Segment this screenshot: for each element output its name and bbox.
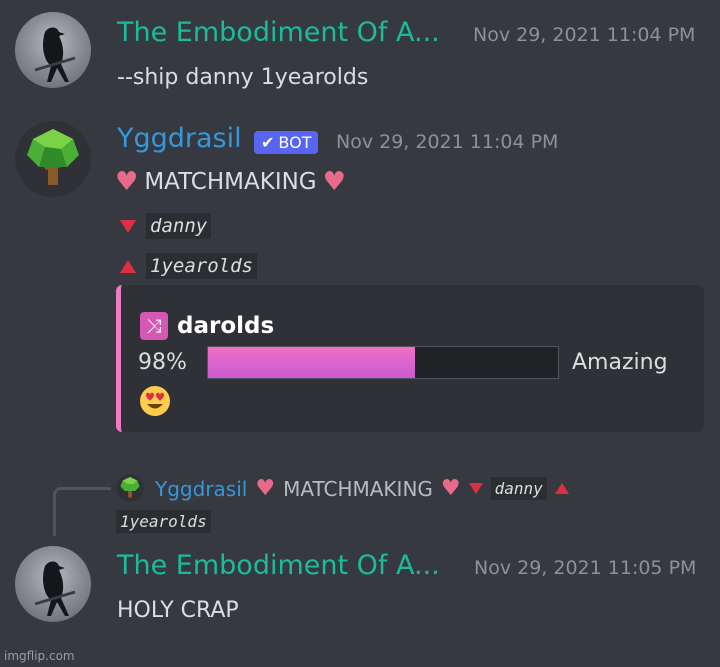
reply-avatar[interactable]	[116, 474, 144, 502]
compatibility-bar-fill	[208, 347, 415, 378]
user-avatar[interactable]	[15, 546, 91, 622]
compatibility-bar	[207, 346, 559, 379]
embed-card: ⤨ darolds 98% Amazing	[116, 285, 704, 432]
down-name: danny	[146, 213, 212, 239]
bot-avatar[interactable]	[15, 121, 91, 197]
heart-icon: ♥	[255, 476, 276, 501]
shuffle-icon: ⤨	[140, 312, 168, 340]
message-content: --ship danny 1yearolds	[117, 65, 369, 90]
heart-eyes-emoji-icon	[139, 385, 171, 421]
ship-name: darolds	[177, 313, 275, 339]
message-timestamp: Nov 29, 2021 11:04 PM	[473, 24, 696, 46]
percent-text: 98%	[138, 350, 187, 375]
message-author[interactable]: The Embodiment Of A...	[117, 550, 440, 581]
message-author[interactable]: Yggdrasil	[117, 123, 242, 154]
title-text: MATCHMAKING	[144, 169, 317, 195]
crow-icon	[34, 27, 76, 82]
crow-icon	[34, 561, 76, 616]
reply-author[interactable]: Yggdrasil	[155, 477, 247, 501]
heart-icon: ♥	[440, 476, 461, 501]
triangle-down-icon	[468, 483, 483, 494]
message-author[interactable]: The Embodiment Of A...	[117, 17, 440, 48]
message-content: HOLY CRAP	[117, 598, 239, 623]
reply-up-name: 1yearolds	[116, 510, 211, 533]
matchmaking-title: ♥ MATCHMAKING ♥	[115, 167, 346, 197]
watermark: imgflip.com	[4, 649, 75, 663]
reply-preview[interactable]: Yggdrasil ♥ MATCHMAKING ♥ danny	[155, 476, 569, 501]
message-timestamp: Nov 29, 2021 11:04 PM	[336, 131, 559, 153]
triangle-down-icon	[120, 219, 136, 233]
up-name: 1yearolds	[146, 253, 257, 279]
message-timestamp: Nov 29, 2021 11:05 PM	[474, 557, 697, 579]
down-line: danny	[120, 213, 212, 239]
triangle-up-icon	[120, 259, 136, 273]
heart-icon: ♥	[115, 167, 139, 197]
triangle-up-icon	[554, 483, 569, 494]
bot-badge: ✔ BOT	[254, 131, 319, 154]
bot-badge-label: BOT	[278, 133, 312, 152]
reply-title: MATCHMAKING	[283, 476, 433, 501]
reply-connector	[53, 487, 111, 536]
reply-down-name: danny	[490, 477, 547, 500]
heart-icon: ♥	[322, 167, 346, 197]
up-line: 1yearolds	[120, 253, 257, 279]
tree-icon	[27, 129, 79, 185]
rating-text: Amazing	[572, 350, 668, 375]
tree-icon	[120, 476, 140, 498]
check-icon: ✔	[261, 133, 275, 152]
user-avatar[interactable]	[15, 12, 91, 88]
